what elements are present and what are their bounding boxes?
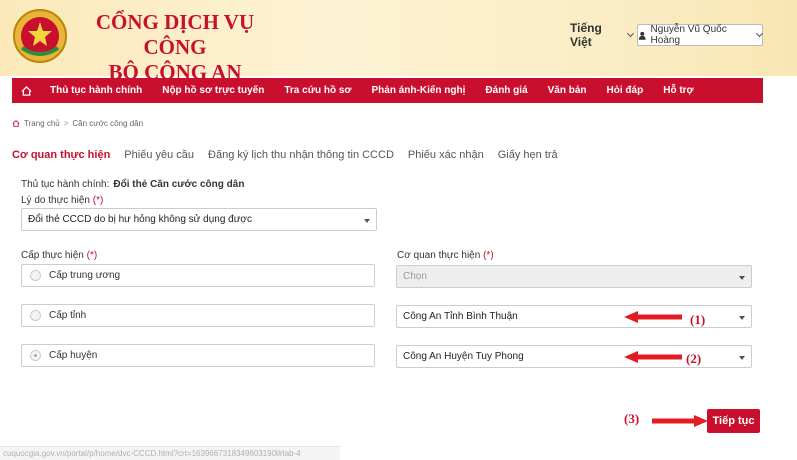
nav-item-danh-gia[interactable]: Đánh giá [475,78,537,103]
nav-item-ho-tro[interactable]: Hỗ trợ [653,78,703,103]
annotation-label-3: (3) [624,411,640,426]
level-option-label: Cấp tỉnh [49,310,87,321]
agency-district-value: Công An Huyện Tuy Phong [403,351,524,362]
user-menu-button[interactable]: Nguyễn Vũ Quốc Hoàng [637,24,764,46]
annotation-arrow-right-icon [652,415,708,427]
required-mark: (*) [86,250,98,261]
annotation-label-2: (2) [686,351,702,366]
level-label: Cấp thực hiện (*) [21,250,97,261]
nav-item-phan-anh[interactable]: Phản ánh-Kiến nghị [362,78,476,103]
annotation-arrow-left-icon [624,311,682,323]
annotation-label-1: (1) [690,312,706,327]
tab-giay-hen-tra[interactable]: Giấy hẹn trả [498,149,558,169]
radio-button[interactable] [30,310,41,321]
police-emblem-icon [13,9,67,63]
radio-button[interactable] [30,270,41,281]
chevron-down-icon [627,30,635,37]
chevron-down-icon [756,30,764,37]
caret-down-icon [739,276,745,280]
caret-down-icon [739,316,745,320]
nav-item-hoi-dap[interactable]: Hỏi đáp [597,78,654,103]
nav-home[interactable] [12,78,40,103]
level-option-huyen[interactable]: Cấp huyện [21,344,375,367]
home-icon [21,85,31,96]
tab-dang-ky-lich[interactable]: Đăng ký lịch thu nhận thông tin CCCD [208,149,394,169]
procedure-info: Thủ tục hành chính: Đổi thẻ Căn cước công… [21,179,244,190]
agency-province-value: Công An Tỉnh Bình Thuận [403,311,518,322]
home-icon [12,120,20,127]
breadcrumb-current: Căn cước công dân [72,119,144,128]
tab-phieu-xac-nhan[interactable]: Phiếu xác nhận [408,149,484,169]
breadcrumb: Trang chủ > Căn cước công dân [12,119,143,128]
level-option-trung-uong[interactable]: Cấp trung ương [21,264,375,287]
next-button[interactable]: Tiếp tục [707,409,760,433]
tab-phieu-yeu-cau[interactable]: Phiếu yêu cầu [124,149,194,169]
site-header: CỔNG DỊCH VỤ CÔNG BỘ CÔNG AN Tiếng Việt … [0,0,797,84]
step-tabs: Cơ quan thực hiện Phiếu yêu cầu Đăng ký … [12,149,572,169]
nav-item-van-ban[interactable]: Văn bản [538,78,597,103]
required-mark: (*) [92,195,104,206]
procedure-label: Thủ tục hành chính: [21,179,110,190]
caret-down-icon [364,219,370,223]
main-nav: Thủ tục hành chính Nộp hồ sơ trực tuyến … [12,78,763,103]
reason-select[interactable]: Đổi thẻ CCCD do bị hư hỏng không sử dụng… [21,208,377,231]
agency-label: Cơ quan thực hiện (*) [397,250,494,261]
caret-down-icon [739,356,745,360]
reason-label-text: Lý do thực hiện [21,195,90,206]
level-label-text: Cấp thực hiện [21,250,84,261]
radio-button[interactable] [30,350,41,361]
level-option-tinh[interactable]: Cấp tỉnh [21,304,375,327]
status-bar-url: cuquocgia.gov.vn/portal/p/home/dvc-CCCD.… [0,446,340,460]
site-title: CỔNG DỊCH VỤ CÔNG BỘ CÔNG AN [80,10,270,85]
language-selector[interactable]: Tiếng Việt [570,21,635,49]
nav-item-thu-tuc-hanh-chinh[interactable]: Thủ tục hành chính [40,78,152,103]
nav-item-tra-cuu[interactable]: Tra cứu hồ sơ [274,78,361,103]
breadcrumb-separator: > [63,119,69,128]
annotation-arrow-left-icon [624,351,682,363]
user-icon [638,31,646,40]
agency-label-text: Cơ quan thực hiện [397,250,481,261]
level-option-label: Cấp huyện [49,350,98,361]
nav-item-nop-ho-so[interactable]: Nộp hồ sơ trực tuyến [152,78,274,103]
user-name: Nguyễn Vũ Quốc Hoàng [650,24,727,46]
level-option-label: Cấp trung ương [49,270,121,281]
language-label: Tiếng Việt [570,21,602,49]
breadcrumb-home[interactable]: Trang chủ [24,119,60,128]
tab-co-quan-thuc-hien[interactable]: Cơ quan thực hiện [12,149,110,169]
site-title-line1: CỔNG DỊCH VỤ CÔNG [95,10,255,59]
agency-central-placeholder: Chọn [403,271,427,282]
reason-label: Lý do thực hiện (*) [21,195,103,206]
required-mark: (*) [483,250,494,261]
agency-central-select[interactable]: Chọn [396,265,752,288]
reason-select-value: Đổi thẻ CCCD do bị hư hỏng không sử dụng… [28,214,252,225]
procedure-value: Đổi thẻ Căn cước công dân [113,179,245,190]
